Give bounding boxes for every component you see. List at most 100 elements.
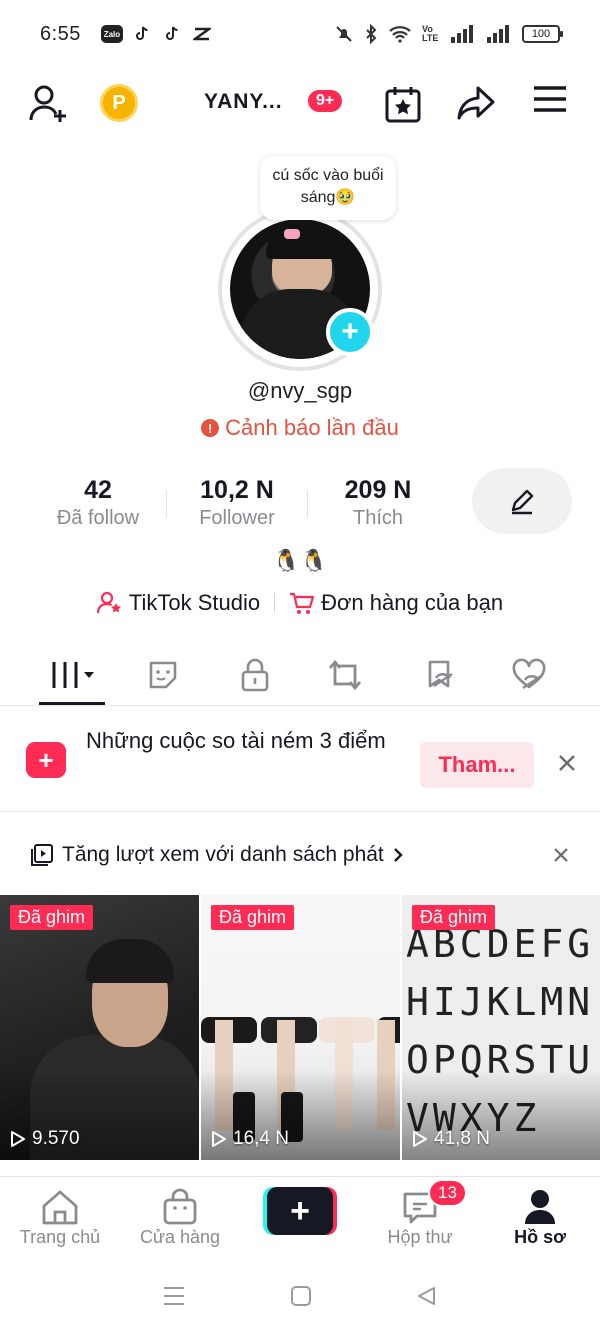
- likes-label: Thích: [352, 507, 404, 529]
- challenge-text: Những cuộc so tài ném 3 điểm: [86, 728, 386, 753]
- warning-text: Cảnh báo lần đầu: [225, 415, 399, 440]
- tiktok-studio-link[interactable]: TikTok Studio: [96, 590, 261, 616]
- inbox-badge: 13: [428, 1179, 467, 1207]
- battery-indicator: 100: [522, 25, 563, 43]
- wifi-icon: [389, 26, 411, 43]
- play-icon: [11, 1131, 25, 1147]
- following-count: 42: [84, 476, 112, 504]
- join-button[interactable]: Tham...: [420, 742, 534, 788]
- tab-favorites[interactable]: [414, 650, 464, 700]
- zalo-icon: Zalo: [100, 25, 123, 43]
- home-system-button[interactable]: [290, 1285, 312, 1312]
- heart-hidden-icon: [512, 658, 546, 689]
- home-icon: [10, 1187, 110, 1227]
- profile-icon: [490, 1187, 590, 1227]
- content-tabs: [0, 646, 600, 706]
- account-switcher[interactable]: YANY...: [204, 90, 283, 114]
- view-count: 9.570: [10, 1128, 80, 1150]
- play-icon: [413, 1131, 427, 1147]
- following-stat[interactable]: 42 Đã follow: [30, 476, 166, 536]
- edit-profile-button[interactable]: [472, 468, 572, 534]
- plus-icon: +: [341, 315, 359, 348]
- plus-icon: +: [267, 1187, 333, 1235]
- nav-profile[interactable]: Hồ sơ: [490, 1187, 590, 1248]
- tab-private[interactable]: [230, 650, 280, 700]
- likes-stat[interactable]: 209 N Thích: [308, 476, 448, 536]
- close-banner-button[interactable]: [552, 748, 582, 778]
- signal-icon: [451, 25, 473, 43]
- nav-inbox-label: Hộp thư: [387, 1227, 453, 1247]
- profile-stats: 42 Đã follow 10,2 N Follower 209 N Thích: [30, 476, 450, 536]
- notification-count: 9+: [308, 90, 343, 112]
- calendar-star-icon: [385, 87, 421, 123]
- close-playlist-prompt-button[interactable]: [548, 842, 574, 868]
- menu-button[interactable]: [532, 84, 568, 114]
- add-story-button[interactable]: +: [326, 308, 374, 356]
- view-count: 16,4 N: [211, 1128, 289, 1150]
- create-button[interactable]: +: [263, 1187, 337, 1235]
- tab-reposts[interactable]: [320, 650, 370, 700]
- video-thumbnail[interactable]: Đã ghim 9.570: [0, 895, 199, 1160]
- view-count-value: 9.570: [32, 1128, 80, 1149]
- close-icon: [559, 755, 575, 771]
- playlist-icon: [31, 844, 53, 866]
- tab-liked[interactable]: [504, 650, 554, 700]
- notification-badge[interactable]: 9+: [308, 90, 343, 112]
- repost-icon: [328, 659, 362, 691]
- tab-videos[interactable]: [40, 650, 106, 700]
- signal-icon: [487, 25, 509, 43]
- tiktok-studio-label: TikTok Studio: [128, 590, 261, 615]
- view-count-value: 41,8 N: [434, 1128, 490, 1149]
- share-icon: [457, 86, 495, 120]
- likes-count: 209 N: [344, 476, 412, 504]
- active-tab-indicator: [39, 702, 105, 705]
- follower-stat[interactable]: 10,2 N Follower: [167, 476, 307, 536]
- tiktok-icon: [161, 25, 183, 43]
- share-profile-button[interactable]: [456, 84, 496, 122]
- follower-count: 10,2 N: [200, 476, 274, 504]
- bottom-navigation: Trang chủ Cửa hàng + 13 Hộp thư Hồ sơ: [0, 1176, 600, 1264]
- following-label: Đã follow: [56, 507, 140, 529]
- nav-home-label: Trang chủ: [19, 1227, 101, 1247]
- video-thumbnail[interactable]: ABCDEFGHIJKLMNOPQRSTUVWXYZ Đã ghim 41,8 …: [402, 895, 600, 1160]
- status-time: 6:55: [40, 22, 81, 45]
- capcut-icon: [191, 25, 213, 43]
- profile-top-bar: P YANY... 9+: [0, 78, 600, 134]
- back-system-button[interactable]: [416, 1285, 438, 1312]
- chevron-right-icon: [393, 848, 403, 862]
- orders-link[interactable]: Đơn hàng của bạn: [289, 590, 503, 616]
- sticker-icon: [149, 661, 177, 689]
- follower-label: Follower: [199, 507, 275, 529]
- recent-apps-button[interactable]: [162, 1285, 186, 1312]
- warning-notice[interactable]: ! Cảnh báo lần đầu: [0, 415, 600, 441]
- add-friend-button[interactable]: [28, 84, 72, 124]
- calendar-button[interactable]: [384, 84, 422, 124]
- nav-profile-label: Hồ sơ: [514, 1227, 566, 1247]
- bookmark-hidden-icon: [428, 660, 453, 688]
- menu-lines-icon: [164, 1287, 184, 1305]
- bluetooth-icon: [366, 24, 377, 44]
- account-username: YANY...: [204, 90, 283, 113]
- studio-user-icon: [96, 591, 121, 614]
- thumbnail-figure: [86, 939, 174, 983]
- shopping-bag-icon: [130, 1187, 230, 1227]
- video-thumbnail[interactable]: Đã ghim 16,4 N: [201, 895, 400, 1160]
- video-grid: Đã ghim 9.570 Đã ghim 16,4 N ABCDEFGHIJK…: [0, 895, 600, 1175]
- nav-home[interactable]: Trang chủ: [10, 1187, 110, 1248]
- challenge-icon: +: [26, 742, 66, 778]
- view-count: 41,8 N: [412, 1128, 490, 1150]
- cart-icon: [290, 592, 315, 614]
- pinned-badge: Đã ghim: [10, 905, 94, 930]
- playlist-text: Tăng lượt xem với danh sách phát: [62, 843, 384, 866]
- pencil-icon: [511, 489, 534, 515]
- note-bubble[interactable]: cú sốc vào buổi sáng🥹: [260, 156, 396, 220]
- tab-stickers[interactable]: [138, 650, 188, 700]
- add-user-icon: [29, 85, 66, 122]
- nav-inbox[interactable]: 13 Hộp thư: [370, 1179, 470, 1248]
- playlist-prompt[interactable]: Tăng lượt xem với danh sách phát: [30, 838, 570, 872]
- nav-shop[interactable]: Cửa hàng: [130, 1187, 230, 1248]
- coin-button[interactable]: P: [100, 84, 138, 122]
- warning-icon: !: [201, 419, 220, 437]
- hamburger-icon: [534, 86, 566, 112]
- profile-links: TikTok Studio Đơn hàng của bạn: [0, 590, 600, 616]
